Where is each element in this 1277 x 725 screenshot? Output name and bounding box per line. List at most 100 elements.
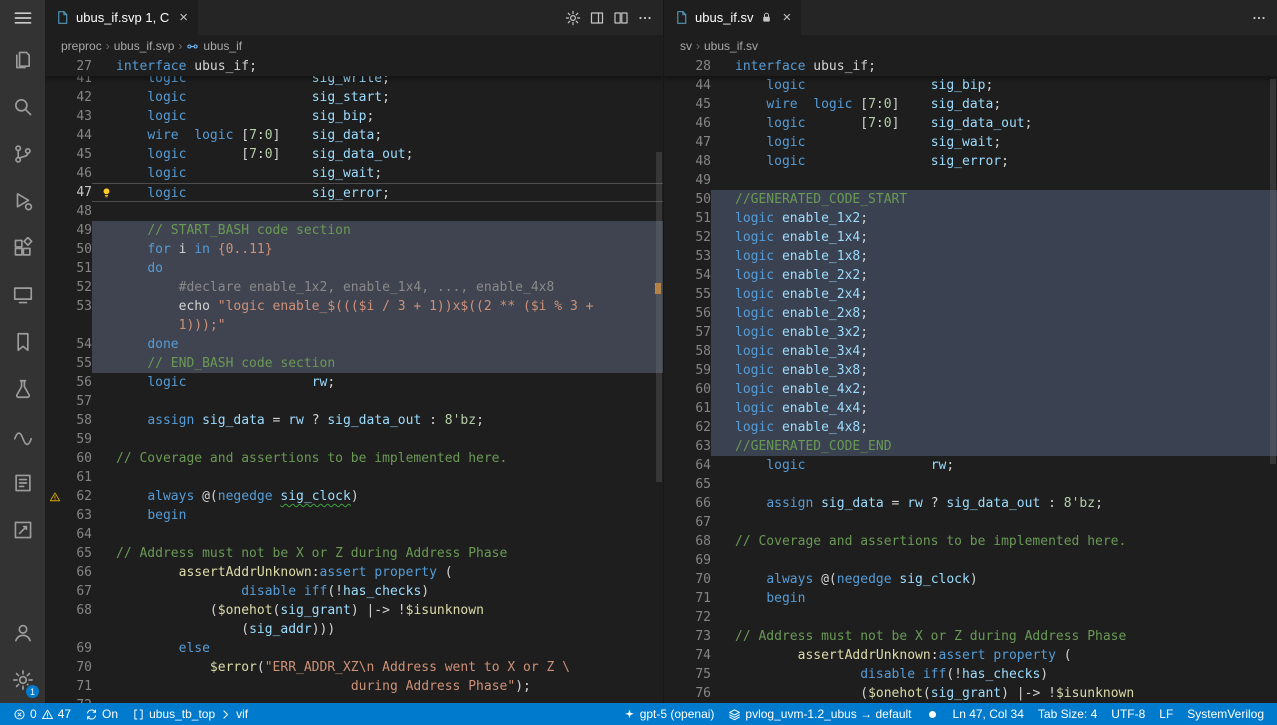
code-line[interactable]: 48 <box>45 202 663 221</box>
code-line[interactable]: 57logic enable_3x2; <box>664 323 1277 342</box>
code-line[interactable]: 46 logic sig_wait; <box>45 164 663 183</box>
status-problems[interactable]: 047 <box>6 703 78 725</box>
code-line[interactable]: 59logic enable_3x8; <box>664 361 1277 380</box>
editor-action-more[interactable] <box>633 6 657 30</box>
code-line[interactable]: 57 <box>45 392 663 411</box>
editor-action-split[interactable] <box>609 6 633 30</box>
code-line[interactable]: 51logic enable_1x2; <box>664 209 1277 228</box>
activitybar-snippets[interactable] <box>0 412 45 459</box>
code-line[interactable]: 47 logic sig_wait; <box>664 133 1277 152</box>
code-line[interactable]: 58logic enable_3x4; <box>664 342 1277 361</box>
code-line[interactable]: 69 else <box>45 639 663 658</box>
editor-action-layout[interactable] <box>585 6 609 30</box>
code-line[interactable]: 71 begin <box>664 589 1277 608</box>
code-line[interactable]: 52logic enable_1x4; <box>664 228 1277 247</box>
code-line[interactable]: 65 <box>664 475 1277 494</box>
code-line[interactable]: 59 <box>45 430 663 449</box>
activitybar-bookmarks[interactable] <box>0 318 45 365</box>
status-eol[interactable]: LF <box>1152 703 1180 725</box>
activitybar-testing[interactable] <box>0 365 45 412</box>
status-encoding[interactable]: UTF-8 <box>1104 703 1152 725</box>
code-line[interactable]: 28interface ubus_if; <box>664 57 1277 76</box>
activitybar-run-and-debug[interactable] <box>0 177 45 224</box>
sticky-scroll-left[interactable]: 27interface ubus_if; <box>45 57 663 76</box>
code-line[interactable]: 66 assign sig_data = rw ? sig_data_out :… <box>664 494 1277 513</box>
activitybar-search[interactable] <box>0 83 45 130</box>
code-line[interactable]: 58 assign sig_data = rw ? sig_data_out :… <box>45 411 663 430</box>
close-icon[interactable]: × <box>179 10 188 25</box>
status-cursor-position[interactable]: Ln 47, Col 34 <box>946 703 1031 725</box>
code-line[interactable]: 56 logic rw; <box>45 373 663 392</box>
code-line[interactable]: 64 <box>45 525 663 544</box>
overview-ruler-left[interactable] <box>653 57 663 703</box>
breadcrumb-item[interactable]: ubus_if <box>186 39 242 53</box>
sticky-scroll-right[interactable]: 28interface ubus_if; <box>664 57 1277 76</box>
code-line[interactable]: 67 disable iff(!has_checks) <box>45 582 663 601</box>
code-line[interactable]: 62logic enable_4x8; <box>664 418 1277 437</box>
code-line[interactable]: 72 <box>45 696 663 703</box>
code-line-wrap[interactable]: (sig_addr))) <box>45 620 663 639</box>
code-line[interactable]: 64 logic rw; <box>664 456 1277 475</box>
activitybar-notebook[interactable] <box>0 459 45 506</box>
code-line[interactable]: 70 always @(negedge sig_clock) <box>664 570 1277 589</box>
code-line[interactable]: 55logic enable_2x4; <box>664 285 1277 304</box>
code-line[interactable]: 68 ($onehot(sig_grant) |-> !$isunknown <box>45 601 663 620</box>
code-line[interactable]: 43 logic sig_bip; <box>45 107 663 126</box>
code-line[interactable]: 73// Address must not be X or Z during A… <box>664 627 1277 646</box>
code-line[interactable]: 69 <box>664 551 1277 570</box>
code-line[interactable]: 60logic enable_4x2; <box>664 380 1277 399</box>
breadcrumb-item[interactable]: preproc <box>61 39 102 53</box>
code-line[interactable]: 49 <box>664 171 1277 190</box>
code-line[interactable]: 46 logic [7:0] sig_data_out; <box>664 114 1277 133</box>
code-line[interactable]: 71 during Address Phase"); <box>45 677 663 696</box>
code-line[interactable]: 63//GENERATED_CODE_END <box>664 437 1277 456</box>
code-line[interactable]: 54logic enable_2x2; <box>664 266 1277 285</box>
code-line[interactable]: 42 logic sig_start; <box>45 88 663 107</box>
activitybar-settings[interactable]: 1 <box>0 656 45 703</box>
status-language-mode[interactable]: SystemVerilog <box>1180 703 1271 725</box>
activitybar-source-control[interactable] <box>0 130 45 177</box>
code-line[interactable]: 45 wire logic [7:0] sig_data; <box>664 95 1277 114</box>
scrollbar-thumb[interactable] <box>656 152 662 482</box>
editor-right[interactable]: 44 logic sig_bip;45 wire logic [7:0] sig… <box>664 57 1277 703</box>
code-line[interactable]: 66 assertAddrUnknown:assert property ( <box>45 563 663 582</box>
tab-ubus_if-svp[interactable]: ubus_if.svp 1, C × <box>45 0 199 35</box>
code-line[interactable]: 50 for i in {0..11} <box>45 240 663 259</box>
code-line[interactable]: 44 logic sig_bip; <box>664 76 1277 95</box>
code-line[interactable]: 68// Coverage and assertions to be imple… <box>664 532 1277 551</box>
code-line-wrap[interactable]: 1)));" <box>45 316 663 335</box>
overview-ruler-right[interactable] <box>1267 57 1277 703</box>
editor-action-more[interactable] <box>1247 6 1271 30</box>
status-toggle-on[interactable]: On <box>78 703 125 725</box>
code-line[interactable]: 65// Address must not be X or Z during A… <box>45 544 663 563</box>
breadcrumb-item[interactable]: ubus_if.sv <box>704 39 758 53</box>
code-line[interactable]: 75 disable iff(!has_checks) <box>664 665 1277 684</box>
code-line[interactable]: 49 // START_BASH code section <box>45 221 663 240</box>
code-line[interactable]: 53logic enable_1x8; <box>664 247 1277 266</box>
code-line[interactable]: 61 <box>45 468 663 487</box>
code-line[interactable]: 67 <box>664 513 1277 532</box>
status-model[interactable]: gpt-5 (openai) <box>616 703 722 725</box>
tab-ubus_if-sv[interactable]: ubus_if.sv × <box>664 0 802 35</box>
code-line[interactable]: 52 #declare enable_1x2, enable_1x4, ...,… <box>45 278 663 297</box>
code-line[interactable]: 53 echo "logic enable_$((($i / 3 + 1))x$… <box>45 297 663 316</box>
code-line[interactable]: 45 logic [7:0] sig_data_out; <box>45 145 663 164</box>
status-tab-size[interactable]: Tab Size: 4 <box>1031 703 1104 725</box>
code-line[interactable]: 62 always @(negedge sig_clock) <box>45 487 663 506</box>
code-line[interactable]: 74 assertAddrUnknown:assert property ( <box>664 646 1277 665</box>
status-record-indicator[interactable] <box>919 703 946 725</box>
activitybar-menu[interactable] <box>0 0 45 36</box>
code-line[interactable]: 27interface ubus_if; <box>45 57 663 76</box>
code-line[interactable]: 60// Coverage and assertions to be imple… <box>45 449 663 468</box>
activitybar-explorer[interactable] <box>0 36 45 83</box>
status-scope[interactable]: ubus_tb_topvif <box>125 703 255 725</box>
breadcrumb-item[interactable]: sv <box>680 39 692 53</box>
close-icon[interactable]: × <box>783 10 792 25</box>
code-line[interactable]: 48 logic sig_error; <box>664 152 1277 171</box>
code-line[interactable]: 70 $error("ERR_ADDR_XZ\n Address went to… <box>45 658 663 677</box>
editor-action-gear[interactable] <box>561 6 585 30</box>
activitybar-accounts[interactable] <box>0 609 45 656</box>
code-line[interactable]: 54 done <box>45 335 663 354</box>
code-line[interactable]: 44 wire logic [7:0] sig_data; <box>45 126 663 145</box>
code-line[interactable]: 61logic enable_4x4; <box>664 399 1277 418</box>
